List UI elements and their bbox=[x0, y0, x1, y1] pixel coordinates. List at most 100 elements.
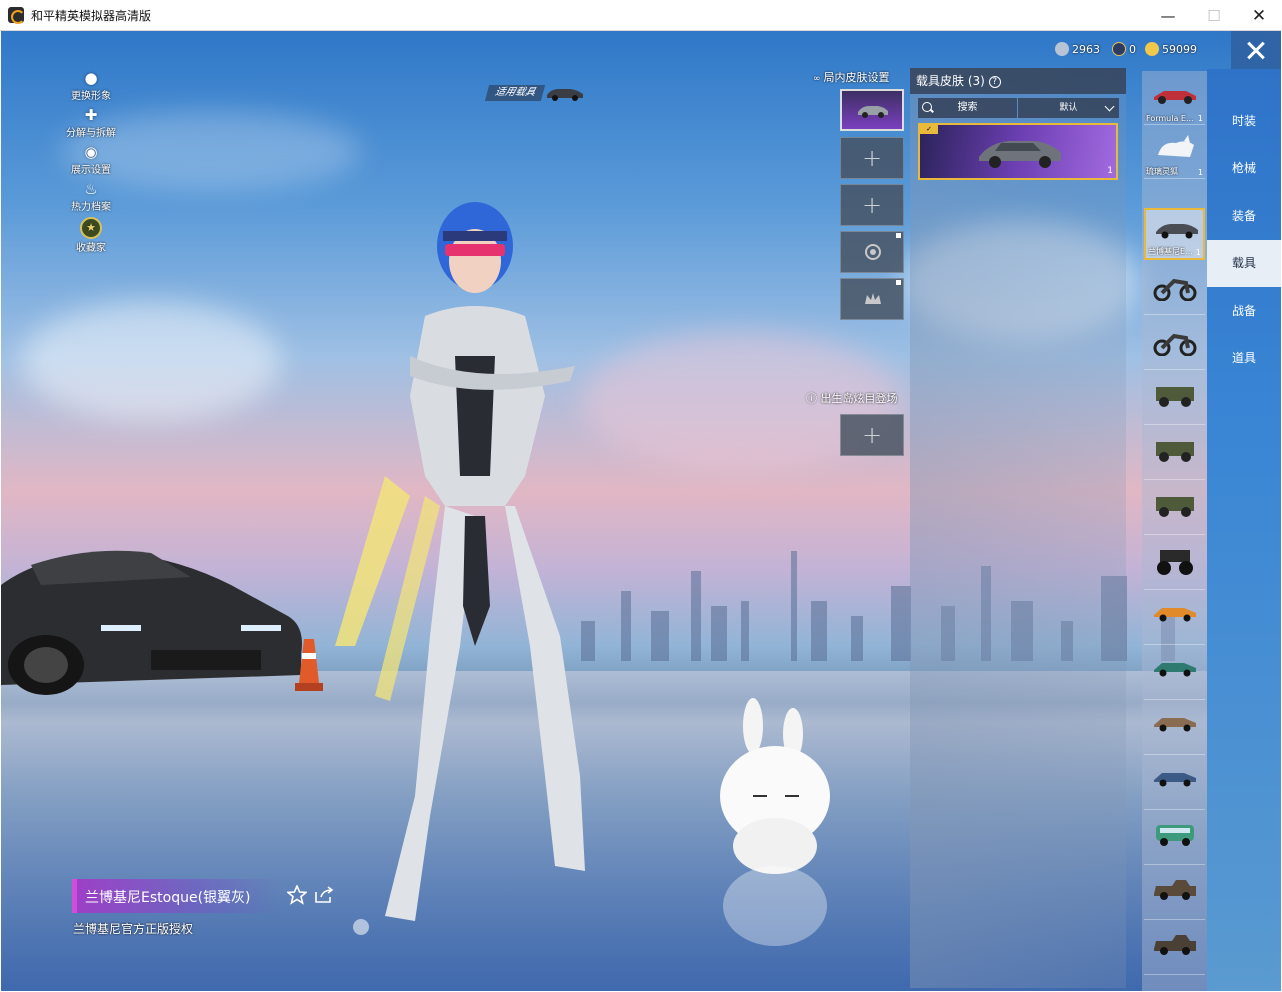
skin-slot-locked-2[interactable] bbox=[840, 278, 904, 320]
pickup-icon bbox=[1154, 880, 1196, 900]
cloud bbox=[21, 301, 281, 421]
emblem-icon bbox=[865, 244, 881, 260]
close-window-button[interactable]: ✕ bbox=[1236, 0, 1282, 31]
skin-slot-2[interactable]: + bbox=[840, 137, 904, 179]
lock-icon bbox=[896, 233, 901, 238]
skin-slot-3[interactable]: + bbox=[840, 184, 904, 226]
crown-icon bbox=[865, 293, 881, 304]
minimize-button[interactable]: — bbox=[1145, 0, 1191, 31]
in-match-skin-settings-title: ∞ 局内皮肤设置 bbox=[813, 71, 890, 84]
tab-weapons[interactable]: 枪械 bbox=[1207, 145, 1281, 192]
vehicle-item-minibus[interactable] bbox=[1144, 813, 1205, 865]
add-icon: + bbox=[861, 421, 883, 449]
minibus-icon bbox=[1156, 825, 1194, 846]
flame-icon: ♨ bbox=[84, 180, 98, 198]
decompose-button[interactable]: ✚ 分解与拆解 bbox=[61, 106, 121, 143]
vehicle-item-jeep-2[interactable] bbox=[1144, 428, 1205, 480]
favorite-star-icon[interactable] bbox=[287, 885, 307, 905]
skin-slot-1[interactable] bbox=[840, 89, 904, 131]
vehicle-item-glass-fox[interactable]: 琉璃灵狐 1 bbox=[1144, 127, 1205, 179]
jeep-icon bbox=[1156, 442, 1194, 462]
muscle-car-icon bbox=[1154, 608, 1196, 622]
app-icon bbox=[8, 7, 25, 24]
collector-badge-icon: ★ bbox=[80, 217, 102, 239]
item-title-bar: 兰博基尼Estoque(银翼灰) bbox=[72, 879, 280, 913]
item-title: 兰博基尼Estoque(银翼灰) bbox=[85, 890, 251, 906]
vehicle-item-sedan-blue[interactable] bbox=[1144, 758, 1205, 810]
game-scene: ● 更换形象 ✚ 分解与拆解 ◉ 展示设置 ♨ 热力档案 ★ 收藏家 适用载具 … bbox=[1, 31, 1281, 991]
change-appearance-button[interactable]: ● 更换形象 bbox=[61, 69, 121, 106]
vehicle-list: Formula E... 1 琉璃灵狐 1 兰博基尼E... 1 bbox=[1142, 71, 1207, 991]
applicable-vehicle-label: 适用载具 bbox=[484, 85, 546, 101]
vehicle-item-lamborghini[interactable]: 兰博基尼E... 1 bbox=[1144, 208, 1205, 260]
jeep-icon bbox=[1156, 497, 1194, 517]
display-settings-button[interactable]: ◉ 展示设置 bbox=[61, 143, 121, 180]
person-icon: ● bbox=[84, 69, 98, 87]
currency-1: 2963 bbox=[1055, 41, 1100, 57]
star-coin-icon bbox=[1112, 42, 1126, 56]
skin-search-input[interactable]: 搜索 bbox=[918, 98, 1017, 118]
motorcycle-icon bbox=[1153, 333, 1197, 356]
skin-slot-locked-1[interactable] bbox=[840, 231, 904, 273]
skin-card-lamborghini[interactable]: ✓ 1 bbox=[918, 123, 1118, 180]
lamborghini-car-model bbox=[1, 550, 302, 695]
tab-combat-gear[interactable]: 战备 bbox=[1207, 288, 1281, 335]
currency-2: 0 bbox=[1112, 41, 1136, 57]
eye-icon: ◉ bbox=[84, 143, 98, 161]
link-icon: ∞ bbox=[813, 74, 821, 84]
help-icon[interactable]: ? bbox=[988, 76, 1001, 88]
monster-truck-icon bbox=[1157, 550, 1193, 575]
vehicle-item-sedan-teal[interactable] bbox=[1144, 648, 1205, 700]
sports-car-icon bbox=[1156, 224, 1198, 239]
equipped-badge-icon: ✓ bbox=[920, 125, 938, 134]
window-titlebar: 和平精英模拟器高清版 — ☐ ✕ bbox=[0, 0, 1282, 31]
add-icon: + bbox=[861, 191, 883, 219]
skin-card-count: 1 bbox=[1107, 166, 1113, 176]
sedan-icon bbox=[1154, 718, 1196, 732]
horn-icon[interactable] bbox=[353, 919, 369, 935]
gold-coin-icon bbox=[1145, 42, 1159, 56]
maximize-button[interactable]: ☐ bbox=[1191, 0, 1237, 31]
tab-vehicles[interactable]: 载具 bbox=[1207, 240, 1281, 287]
vehicle-item-formula-e[interactable]: Formula E... 1 bbox=[1144, 73, 1205, 125]
vehicle-item-pickup-2[interactable] bbox=[1144, 923, 1205, 975]
tab-equipment[interactable]: 装备 bbox=[1207, 193, 1281, 240]
birth-island-entrance-title: ⓘ 出生岛炫目登场 bbox=[806, 392, 898, 405]
applicable-vehicle-tag[interactable]: 适用载具 bbox=[484, 83, 587, 105]
tab-fashion[interactable]: 时装 bbox=[1207, 98, 1281, 145]
collector-button[interactable]: ★ 收藏家 bbox=[61, 217, 121, 254]
sort-dropdown[interactable]: 默认 bbox=[1018, 98, 1119, 118]
vehicle-item-jeep-3[interactable] bbox=[1144, 483, 1205, 535]
vehicle-item-motorcycle-2[interactable] bbox=[1144, 318, 1205, 370]
add-icon: + bbox=[861, 144, 883, 172]
chevron-down-icon bbox=[1104, 101, 1115, 112]
heat-archive-button[interactable]: ♨ 热力档案 bbox=[61, 180, 121, 217]
tab-items[interactable]: 道具 bbox=[1207, 335, 1281, 382]
vehicle-item-pickup[interactable] bbox=[1144, 868, 1205, 920]
vehicle-item-jeep[interactable] bbox=[1144, 373, 1205, 425]
vehicle-item-muscle-car[interactable] bbox=[1144, 593, 1205, 645]
lamborghini-thumbnail bbox=[979, 141, 1061, 168]
vehicle-skin-panel-header: 载具皮肤 (3) ? bbox=[910, 68, 1126, 94]
share-icon[interactable] bbox=[314, 886, 334, 904]
vehicle-item-motorcycle[interactable] bbox=[1144, 263, 1205, 315]
sedan-icon bbox=[1154, 773, 1196, 787]
player-character-model bbox=[335, 202, 585, 921]
formula-car-icon bbox=[1154, 91, 1196, 104]
bunny-pet-model bbox=[720, 698, 830, 946]
birth-island-slot[interactable]: + bbox=[840, 414, 904, 456]
puzzle-icon: ✚ bbox=[84, 106, 98, 124]
lock-icon bbox=[896, 280, 901, 285]
category-tabs: 时装 枪械 装备 载具 战备 道具 bbox=[1207, 69, 1281, 991]
fox-mount-icon bbox=[1158, 135, 1194, 157]
vehicle-item-sedan-rusty[interactable] bbox=[1144, 703, 1205, 755]
help-icon[interactable]: ⓘ bbox=[806, 392, 817, 405]
car-icon bbox=[858, 106, 888, 118]
jeep-icon bbox=[1156, 387, 1194, 407]
item-subtitle: 兰博基尼官方正版授权 bbox=[73, 922, 194, 936]
window-title: 和平精英模拟器高清版 bbox=[31, 9, 152, 23]
silver-coin-icon bbox=[1055, 42, 1069, 56]
pickup-icon bbox=[1154, 935, 1196, 955]
exit-button[interactable] bbox=[1231, 31, 1281, 69]
vehicle-item-monster-truck[interactable] bbox=[1144, 538, 1205, 590]
